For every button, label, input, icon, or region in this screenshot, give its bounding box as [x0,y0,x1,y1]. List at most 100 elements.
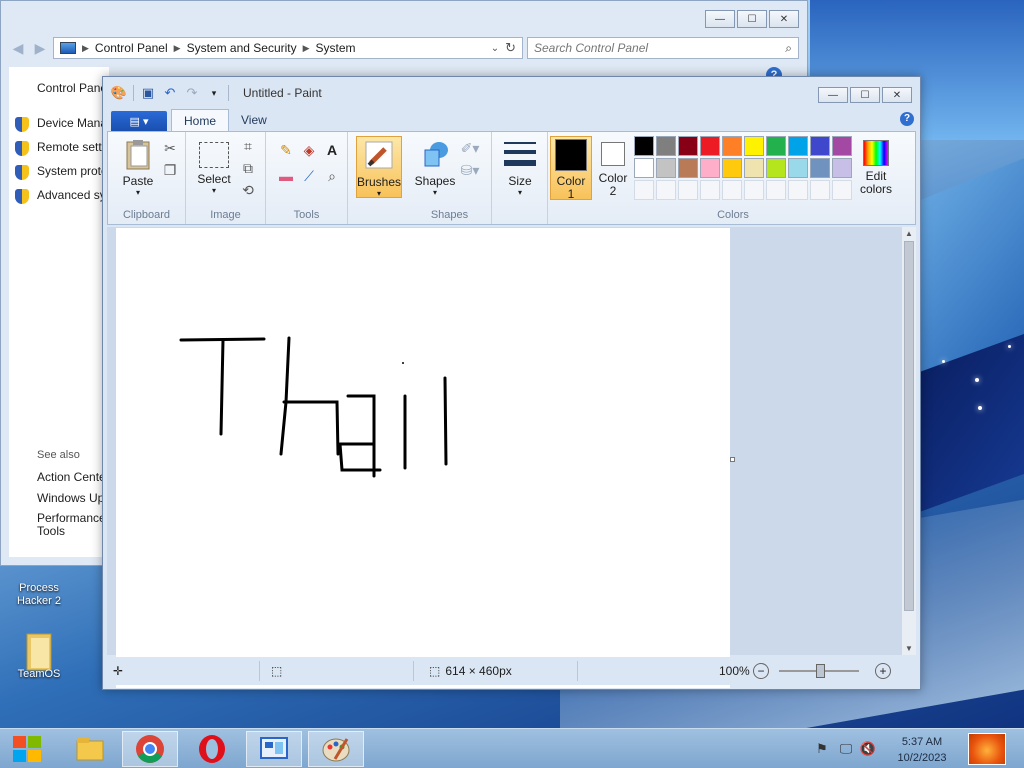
color-picker-icon[interactable]: ⟋ [299,166,319,186]
palette-custom-slot[interactable] [656,180,676,200]
palette-swatch[interactable] [634,136,654,156]
pencil-icon[interactable]: ✎ [276,140,296,160]
control-panel-home-link[interactable]: Control Pane [37,81,107,95]
vertical-scrollbar[interactable]: ▲ ▼ [902,227,916,655]
palette-custom-slot[interactable] [722,180,742,200]
palette-custom-slot[interactable] [678,180,698,200]
palette-swatch[interactable] [700,136,720,156]
file-menu-button[interactable]: ▤ ▾ [111,111,167,131]
customize-qat-icon[interactable]: ▾ [206,85,222,101]
address-bar[interactable]: ▶ Control Panel ▶ System and Security ▶ … [53,37,523,59]
palette-swatch[interactable] [766,158,786,178]
desktop-icon-teamos[interactable]: TeamOS [4,630,74,681]
show-desktop-thumbnail[interactable] [968,733,1006,765]
taskbar-opera[interactable] [184,731,240,767]
taskbar-paint[interactable] [308,731,364,767]
resize-icon[interactable]: ⧉ [238,158,258,178]
performance-tools-link[interactable]: Performance Tools [37,512,109,538]
palette-swatch[interactable] [722,136,742,156]
palette-swatch[interactable] [656,136,676,156]
palette-custom-slot[interactable] [788,180,808,200]
close-button[interactable]: ✕ [882,87,912,103]
search-input[interactable]: Search Control Panel ⌕ [527,37,799,59]
paste-button[interactable]: Paste ▾ [116,136,160,200]
palette-swatch[interactable] [744,158,764,178]
search-icon[interactable]: ⌕ [785,41,792,56]
palette-swatch[interactable] [788,136,808,156]
device-manager-link[interactable]: Device Mana [37,116,107,130]
palette-custom-slot[interactable] [700,180,720,200]
palette-custom-slot[interactable] [766,180,786,200]
palette-swatch[interactable] [766,136,786,156]
palette-custom-slot[interactable] [634,180,654,200]
scroll-down-icon[interactable]: ▼ [902,644,916,653]
help-icon[interactable]: ? [900,112,914,126]
size-button[interactable]: Size ▾ [498,136,542,200]
minimize-button[interactable]: — [705,10,735,28]
palette-swatch[interactable] [700,158,720,178]
taskbar-control-panel[interactable] [246,731,302,767]
undo-icon[interactable]: ↶ [162,85,178,101]
breadcrumb-system[interactable]: System [316,41,356,55]
breadcrumb-control-panel[interactable]: Control Panel [95,41,168,55]
maximize-button[interactable]: ☐ [850,87,880,103]
color1-button[interactable]: Color 1 [550,136,592,201]
edit-colors-button[interactable]: Edit colors [854,136,898,200]
action-center-link[interactable]: Action Cente [37,470,106,484]
rotate-icon[interactable]: ⟲ [238,180,258,200]
crop-icon[interactable]: ⌗ [238,136,258,156]
taskbar-file-explorer[interactable] [62,731,118,767]
color2-button[interactable]: Color 2 [592,136,634,200]
fill-shape-icon[interactable]: ⛁▾ [460,160,480,180]
palette-swatch[interactable] [832,136,852,156]
palette-swatch[interactable] [678,158,698,178]
palette-swatch[interactable] [634,158,654,178]
volume-muted-icon[interactable]: 🔇 [860,741,876,757]
taskbar-chrome[interactable] [122,731,178,767]
desktop-icon-process-hacker[interactable]: Process Hacker 2 [4,560,74,608]
palette-swatch[interactable] [678,136,698,156]
scrollbar-thumb[interactable] [904,241,914,611]
tab-view[interactable]: View [229,109,279,131]
action-center-flag-icon[interactable]: ⚑ [814,741,830,757]
system-protection-link[interactable]: System prote [37,164,108,178]
advanced-system-settings-link[interactable]: Advanced sys [37,188,112,202]
start-button[interactable] [0,731,54,767]
palette-custom-slot[interactable] [810,180,830,200]
maximize-button[interactable]: ☐ [737,10,767,28]
close-button[interactable]: ✕ [769,10,799,28]
minimize-button[interactable]: — [818,87,848,103]
windows-update-link[interactable]: Windows Up [37,491,104,505]
tab-home[interactable]: Home [171,109,230,131]
palette-custom-slot[interactable] [832,180,852,200]
breadcrumb-system-security[interactable]: System and Security [187,41,297,55]
palette-swatch[interactable] [810,158,830,178]
back-button[interactable]: ◀ [9,39,27,57]
palette-swatch[interactable] [744,136,764,156]
cut-icon[interactable]: ✂ [160,138,180,158]
fill-icon[interactable]: ◈ [299,140,319,160]
text-icon[interactable]: A [322,140,342,160]
magnifier-icon[interactable]: ⌕ [322,166,342,186]
palette-swatch[interactable] [810,136,830,156]
zoom-slider-thumb[interactable] [816,664,825,678]
network-icon[interactable]: 🖵 [838,741,854,757]
copy-icon[interactable]: ❐ [160,160,180,180]
save-icon[interactable]: ▣ [140,85,156,101]
brushes-button[interactable]: Brushes ▾ [356,136,402,198]
palette-custom-slot[interactable] [744,180,764,200]
remote-settings-link[interactable]: Remote setti [37,140,104,154]
scroll-up-icon[interactable]: ▲ [902,229,916,238]
shapes-button[interactable]: Shapes ▾ [412,136,458,200]
zoom-in-button[interactable]: + [875,663,891,679]
redo-icon[interactable]: ↷ [184,85,200,101]
outline-icon[interactable]: ✐▾ [460,138,480,158]
refresh-icon[interactable]: ↻ [505,40,516,56]
forward-button[interactable]: ▶ [31,39,49,57]
palette-swatch[interactable] [832,158,852,178]
zoom-out-button[interactable]: − [753,663,769,679]
canvas-resize-handle[interactable] [730,457,735,462]
drawing-canvas[interactable] [116,228,730,688]
eraser-icon[interactable]: ▬ [276,166,296,186]
chevron-down-icon[interactable]: ⌄ [491,43,499,54]
